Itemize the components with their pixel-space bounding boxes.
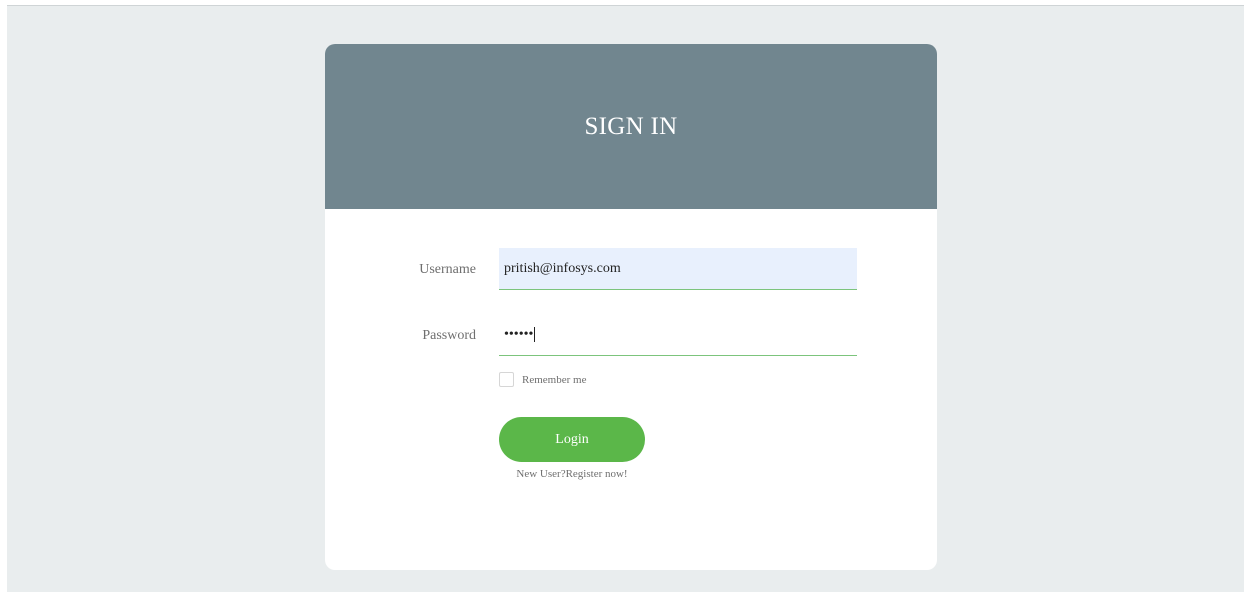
password-value: ••••••: [504, 326, 534, 342]
username-label: Username: [419, 262, 476, 277]
login-button[interactable]: Login: [499, 417, 645, 462]
signin-card: SIGN IN Username pritish@infosys.com Pas…: [325, 44, 937, 570]
page-title: SIGN IN: [584, 113, 678, 140]
remember-me-label[interactable]: Remember me: [522, 374, 586, 386]
card-header: SIGN IN: [325, 44, 937, 209]
remember-me-checkbox[interactable]: [499, 372, 514, 387]
username-value: pritish@infosys.com: [504, 260, 621, 276]
text-caret: [534, 327, 536, 342]
remember-me-row: Remember me: [499, 372, 586, 387]
password-label: Password: [422, 328, 476, 343]
register-link[interactable]: New User?Register now!: [499, 468, 645, 480]
username-input[interactable]: pritish@infosys.com: [499, 248, 857, 290]
password-input[interactable]: ••••••: [499, 314, 857, 356]
